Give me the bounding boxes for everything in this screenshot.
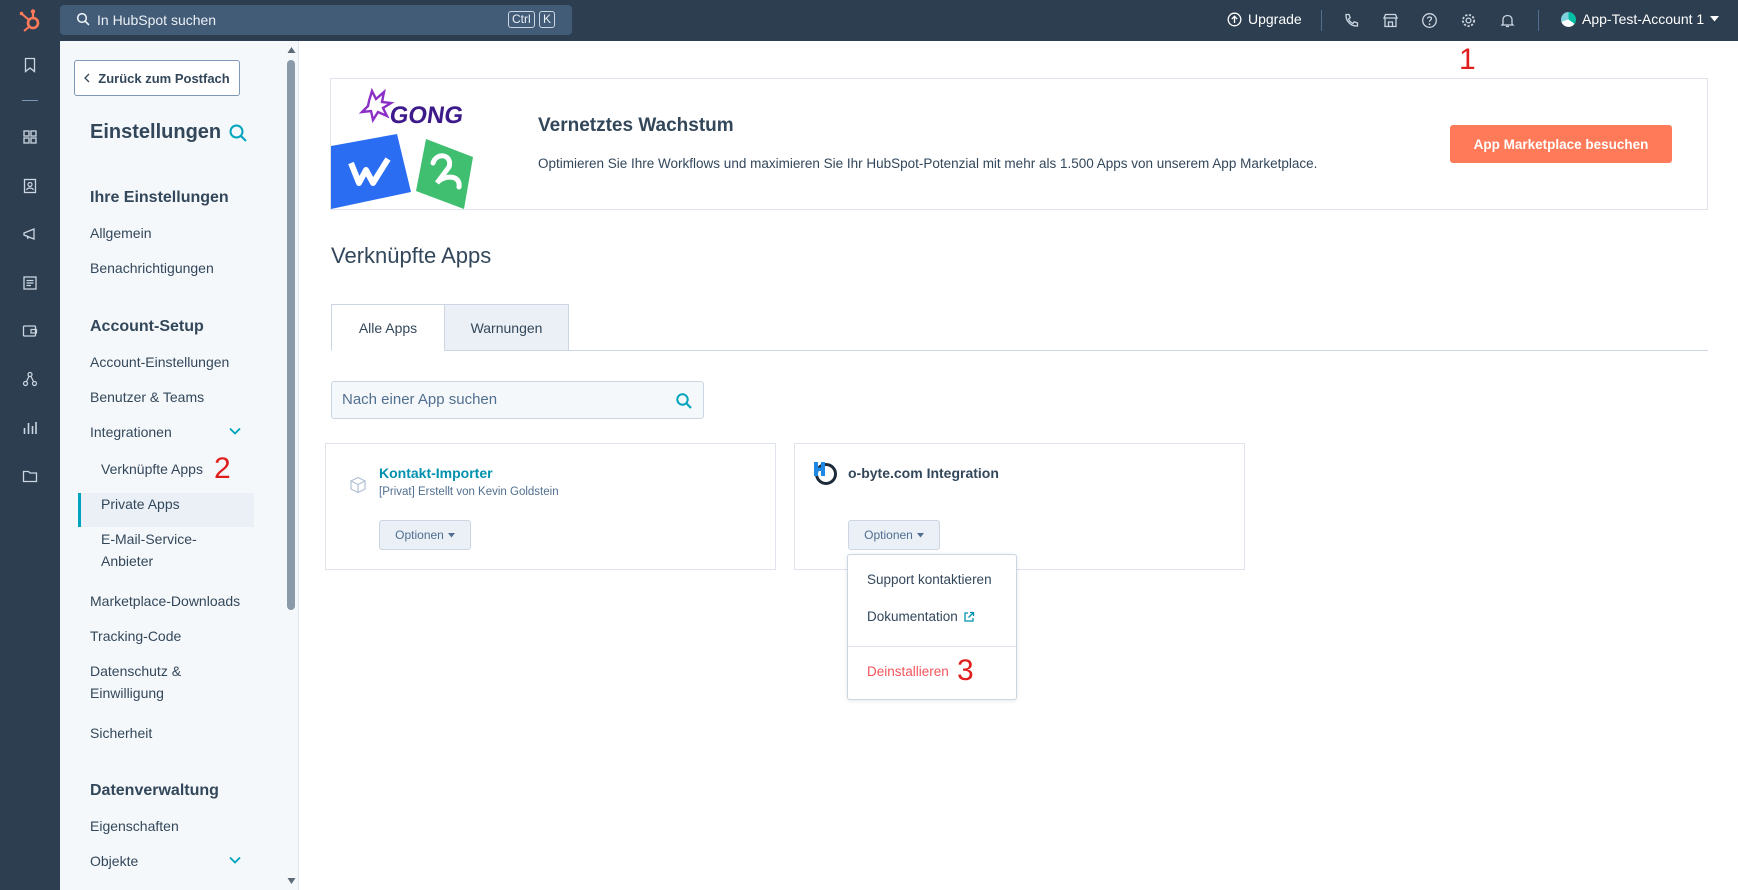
sidebar-item-email-service-provider[interactable]: E-Mail-Service- Anbieter [101, 528, 197, 572]
upgrade-button[interactable]: Upgrade [1227, 11, 1302, 27]
tab-warnings[interactable]: Warnungen [444, 304, 569, 351]
caret-down-icon [447, 532, 455, 537]
obyte-logo-icon [814, 462, 837, 485]
sidebar-item-notifications[interactable]: Benachrichtigungen [90, 257, 214, 279]
shortcut-k-key: K [539, 11, 556, 28]
menu-item-documentation[interactable]: Dokumentation [867, 609, 975, 624]
caret-down-icon [916, 532, 924, 537]
reports-icon[interactable] [21, 419, 39, 437]
global-search-placeholder: In HubSpot suchen [97, 12, 217, 28]
help-icon[interactable] [1421, 12, 1438, 29]
app-card-kontakt-importer: Kontakt-Importer [Privat] Erstellt von K… [325, 443, 776, 570]
settings-sidebar: Zurück zum Postfach Einstellungen Ihre E… [60, 41, 284, 890]
upgrade-arrow-icon [1227, 12, 1242, 26]
main-navigation-rail [0, 41, 60, 890]
top-navigation-bar: In HubSpot suchen Ctrl K Upgrade App-Tes… [0, 0, 1738, 41]
sidebar-item-label: Einwilligung [90, 685, 164, 701]
annotation-marker-3: 3 [957, 654, 974, 687]
section-heading-account-setup: Account-Setup [90, 318, 204, 335]
menu-item-label: Dokumentation [867, 609, 958, 624]
sidebar-item-security[interactable]: Sicherheit [90, 722, 152, 744]
sidebar-item-privacy-consent[interactable]: Datenschutz & Einwilligung [90, 660, 181, 704]
upgrade-label: Upgrade [1248, 11, 1302, 27]
options-dropdown-menu: Support kontaktieren Dokumentation Deins… [847, 554, 1017, 700]
chevron-down-icon[interactable] [228, 853, 242, 867]
app-search-input[interactable] [342, 391, 662, 408]
banner-description: Optimieren Sie Ihre Workflows und maximi… [538, 156, 1318, 171]
app-package-icon [350, 476, 366, 494]
annotation-marker-2: 2 [214, 452, 231, 485]
section-heading-personal: Ihre Einstellungen [90, 189, 229, 206]
sidebar-item-general[interactable]: Allgemein [90, 222, 151, 244]
marketing-icon[interactable] [21, 225, 39, 243]
sidebar-item-account-settings[interactable]: Account-Einstellungen [90, 351, 229, 373]
automation-icon[interactable] [21, 370, 39, 388]
app-name: o-byte.com Integration [848, 465, 999, 481]
account-name: App-Test-Account 1 [1582, 11, 1705, 27]
content-icon[interactable] [21, 274, 39, 292]
app-name-link[interactable]: Kontakt-Importer [379, 465, 493, 481]
marketplace-banner: GONG Vernetztes Wachstum Optimieren Sie … [330, 78, 1708, 210]
global-search-input[interactable]: In HubSpot suchen Ctrl K [60, 5, 572, 35]
sidebar-item-label: E-Mail-Service- [101, 531, 197, 547]
section-heading-data-management: Datenverwaltung [90, 782, 219, 799]
rail-divider [22, 100, 38, 101]
menu-item-uninstall[interactable]: Deinstallieren [867, 664, 949, 679]
sidebar-item-label: Datenschutz & [90, 663, 182, 679]
sidebar-item-private-apps[interactable]: Private Apps [101, 493, 180, 515]
marketplace-icon[interactable] [1382, 12, 1399, 29]
sidebar-item-tracking-code[interactable]: Tracking-Code [90, 625, 181, 647]
options-label: Optionen [864, 528, 913, 542]
gong-logo-text: GONG [388, 102, 465, 129]
settings-icon[interactable] [1460, 12, 1477, 29]
topbar-divider [1538, 10, 1539, 31]
back-to-inbox-button[interactable]: Zurück zum Postfach [74, 60, 240, 96]
app-card-obyte-integration: o-byte.com Integration Optionen [794, 443, 1245, 570]
sidebar-item-properties[interactable]: Eigenschaften [90, 815, 179, 837]
options-button[interactable]: Optionen [379, 520, 471, 550]
settings-title: Einstellungen [90, 121, 222, 143]
tab-all-apps[interactable]: Alle Apps [331, 304, 445, 351]
sidebar-item-connected-apps[interactable]: Verknüpfte Apps [101, 458, 203, 480]
contacts-icon[interactable] [21, 177, 39, 195]
annotation-marker-1: 1 [1459, 43, 1476, 76]
sidebar-item-objects[interactable]: Objekte [90, 850, 138, 872]
menu-item-contact-support[interactable]: Support kontaktieren [867, 572, 992, 587]
scroll-up-arrow-icon[interactable] [287, 46, 296, 54]
account-menu[interactable]: App-Test-Account 1 [1561, 11, 1720, 27]
phone-icon[interactable] [1343, 12, 1360, 29]
sidebar-item-marketplace-downloads[interactable]: Marketplace-Downloads [90, 590, 240, 612]
sidebar-scrollbar-thumb[interactable] [287, 60, 295, 610]
sidebar-item-users-teams[interactable]: Benutzer & Teams [90, 386, 204, 408]
commerce-icon[interactable] [21, 322, 39, 340]
caret-down-icon [1710, 16, 1720, 22]
topbar-divider [1321, 10, 1322, 31]
menu-divider [848, 646, 1016, 647]
external-link-icon [964, 611, 974, 622]
options-label: Optionen [395, 528, 444, 542]
scroll-down-arrow-icon[interactable] [287, 877, 296, 885]
library-icon[interactable] [21, 467, 39, 485]
hubspot-logo-icon[interactable] [18, 8, 44, 34]
shortcut-ctrl-key: Ctrl [508, 11, 535, 28]
account-avatar [1561, 11, 1576, 27]
partner-logos-image: GONG [331, 87, 473, 209]
dashboard-icon[interactable] [21, 128, 39, 146]
options-button[interactable]: Optionen [848, 520, 940, 550]
notifications-icon[interactable] [1499, 12, 1516, 29]
chevron-down-icon[interactable] [228, 424, 242, 438]
back-to-inbox-label: Zurück zum Postfach [98, 70, 230, 86]
search-icon [76, 12, 90, 26]
page-title: Verknüpfte Apps [331, 243, 492, 268]
bookmark-icon[interactable] [21, 56, 39, 74]
visit-marketplace-button[interactable]: App Marketplace besuchen [1450, 125, 1672, 163]
chevron-left-icon [84, 73, 90, 83]
app-search-field[interactable] [331, 381, 704, 419]
search-icon[interactable] [675, 392, 693, 410]
banner-title: Vernetztes Wachstum [538, 115, 734, 136]
sidebar-item-integrations[interactable]: Integrationen [90, 421, 172, 443]
app-subtitle: [Privat] Erstellt von Kevin Goldstein [379, 486, 559, 498]
search-settings-icon[interactable] [228, 123, 248, 143]
sidebar-item-label: Anbieter [101, 553, 154, 569]
